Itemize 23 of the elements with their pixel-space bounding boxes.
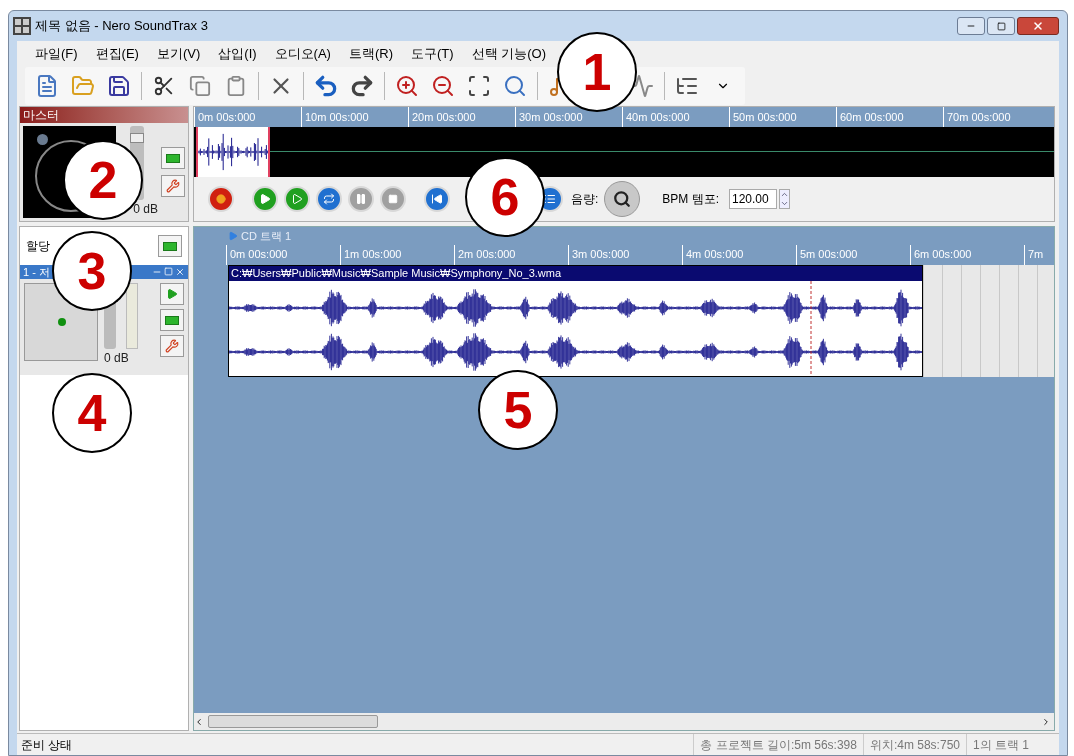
gain-label: 0 dB (104, 350, 129, 367)
status-message: 준비 상태 (20, 736, 73, 754)
status-field: 위치:4m 58s:750 (862, 734, 966, 755)
audio-clip[interactable]: C:₩Users₩Public₩Music₩Sample Music₩Symphony_No_3.wma (228, 265, 923, 377)
gain-label: 0 dB (133, 201, 158, 218)
menu-item[interactable]: 오디오(A) (274, 43, 331, 64)
window-title: 제목 없음 - Nero SoundTrax 3 (35, 17, 208, 36)
menu-item[interactable]: 도구(T) (410, 43, 454, 64)
menu-item[interactable]: 파일(F) (35, 43, 78, 64)
menu-item[interactable]: 선택 기능(O) (471, 43, 546, 64)
bpm-label: BPM 템포: (662, 191, 719, 208)
clip-path: C:₩Users₩Public₩Music₩Sample Music₩Symphony_No_3.wma (229, 266, 922, 281)
menu-item[interactable]: 보기(V) (156, 43, 201, 64)
panel-title: 마스터 (20, 107, 188, 123)
menu-item[interactable]: 삽입(I) (218, 43, 257, 64)
status-field: 1의 트랙 1 (966, 734, 1035, 755)
bpm-field[interactable]: 120.00 (729, 189, 777, 209)
assign-label: 할당 (26, 238, 50, 255)
menu-item[interactable]: 트랙(R) (348, 43, 393, 64)
volume-label: 음량: (571, 191, 599, 208)
track-title: 1 - 저 (23, 264, 50, 280)
status-field: 총 프로젝트 길이:5m 56s:398 (693, 734, 863, 755)
menu-item[interactable]: 편집(E) (95, 43, 139, 64)
